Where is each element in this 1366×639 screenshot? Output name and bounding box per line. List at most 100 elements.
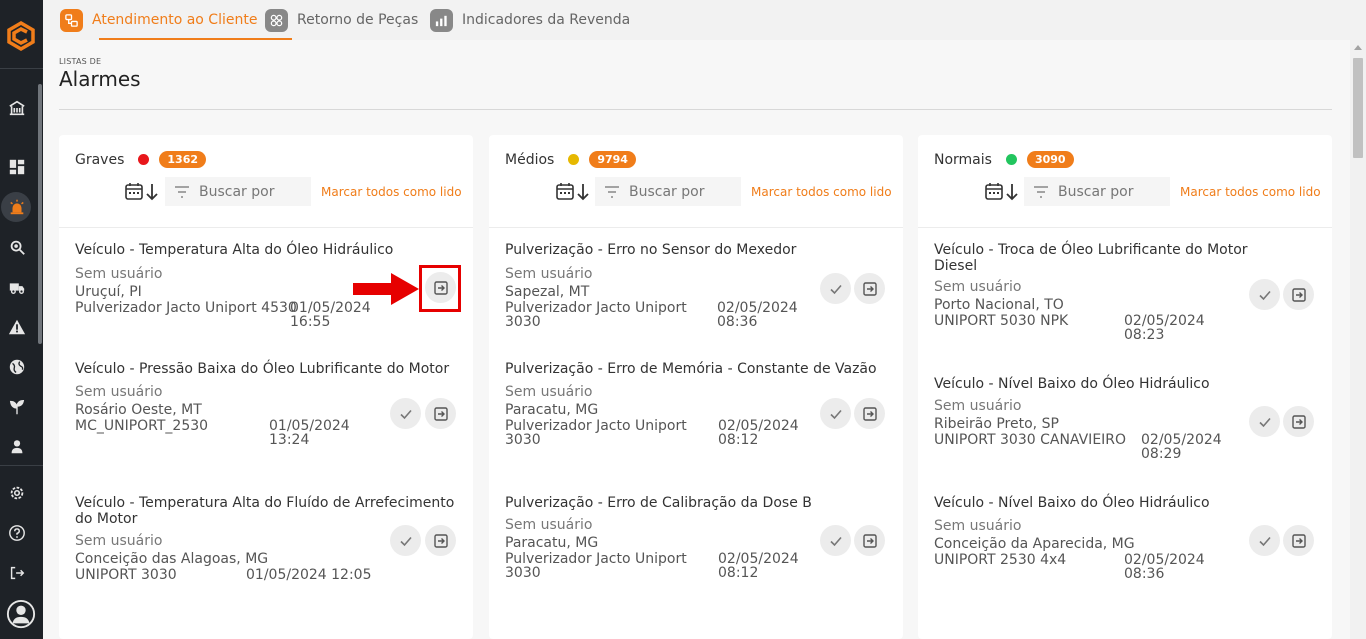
building-icon — [9, 100, 25, 116]
filter-icon — [1034, 185, 1048, 198]
alarm-title: Veículo - Troca de Óleo Lubrificante do … — [934, 242, 1248, 274]
open-alarm-button[interactable] — [1283, 406, 1314, 437]
tab-retorno-pecas[interactable]: Retorno de Peças — [265, 8, 418, 32]
sidebar-item-dashboard[interactable] — [7, 157, 27, 177]
search-input[interactable] — [1058, 183, 1168, 200]
open-alarm-button[interactable] — [1283, 279, 1314, 310]
sidebar-item-settings-search[interactable] — [7, 237, 27, 257]
alarm-time: 13:24 — [269, 432, 310, 448]
alarm-model: Pulverizador Jacto Uniport — [505, 418, 687, 434]
open-detail-icon — [862, 406, 877, 421]
check-icon — [399, 536, 412, 546]
open-alarm-button[interactable] — [425, 525, 456, 556]
support-icon — [60, 8, 83, 32]
mark-all-read-link[interactable]: Marcar todos como lido — [1180, 185, 1321, 199]
alarm-date: 01/05/2024 — [269, 418, 350, 434]
open-detail-icon — [1291, 533, 1306, 548]
warning-icon — [8, 319, 26, 335]
sidebar-item-logout[interactable] — [7, 563, 27, 583]
list-item[interactable]: Veículo - Troca de Óleo Lubrificante do … — [934, 242, 1264, 342]
sidebar-item-alarms[interactable] — [7, 197, 27, 217]
sort-date-icon[interactable] — [556, 182, 592, 202]
alarm-date: 02/05/2024 — [717, 300, 798, 316]
count-badge: 1362 — [159, 151, 207, 168]
tab-atendimento[interactable]: Atendimento ao Cliente — [60, 8, 257, 32]
annotation-highlight-box — [419, 265, 461, 312]
alarm-date: 02/05/2024 — [718, 418, 799, 434]
alarm-meta: UNIPORT 2530 4x4 02/05/2024 08:36 — [934, 553, 1316, 581]
alarm-time: 16:55 — [290, 314, 331, 330]
acknowledge-button[interactable] — [820, 398, 851, 429]
search-field[interactable] — [1024, 177, 1170, 206]
page-divider — [59, 109, 1332, 110]
alarm-model: UNIPORT 2530 4x4 — [934, 552, 1067, 568]
open-detail-icon — [433, 406, 448, 421]
open-alarm-button[interactable] — [1283, 525, 1314, 556]
sidebar-item-map[interactable] — [7, 357, 27, 377]
sidebar-item-vehicles[interactable] — [7, 277, 27, 297]
search-input[interactable] — [629, 183, 739, 200]
alarm-title: Veículo - Temperatura Alta do Óleo Hidrá… — [75, 242, 394, 258]
search-field[interactable] — [165, 177, 311, 206]
sidebar-item-profile[interactable] — [5, 598, 37, 630]
tab-label: Retorno de Peças — [297, 12, 419, 28]
column-divider — [59, 227, 473, 228]
filter-icon — [175, 185, 189, 198]
help-icon — [9, 525, 25, 541]
sidebar-item-agriculture[interactable] — [7, 397, 27, 417]
column-divider — [918, 227, 1332, 228]
sort-date-icon[interactable] — [125, 182, 161, 202]
alarm-title: Veículo - Pressão Baixa do Óleo Lubrific… — [75, 361, 450, 377]
scroll-up-arrow-icon[interactable] — [1354, 45, 1362, 50]
company-logo-icon — [7, 20, 35, 52]
scroll-thumb[interactable] — [1353, 58, 1363, 158]
severity-dot — [1005, 154, 1017, 165]
open-detail-icon — [862, 533, 877, 548]
acknowledge-button[interactable] — [1249, 406, 1280, 437]
alarm-date: 01/05/2024 12:05 — [246, 567, 372, 583]
column-medios: Médios 9794 Marcar todos como lido Pulve… — [489, 135, 903, 639]
open-alarm-button[interactable] — [854, 525, 885, 556]
acknowledge-button[interactable] — [820, 273, 851, 304]
dashboard-icon — [9, 159, 25, 175]
alarm-title: Veículo - Nível Baixo do Óleo Hidráulico — [934, 495, 1210, 511]
page-eyebrow: LISTAS DE — [59, 57, 102, 66]
open-alarm-button[interactable] — [425, 398, 456, 429]
open-detail-icon — [862, 281, 877, 296]
open-alarm-button[interactable] — [854, 273, 885, 304]
open-alarm-button[interactable] — [854, 398, 885, 429]
mark-all-read-link[interactable]: Marcar todos como lido — [321, 185, 462, 199]
alarm-model: UNIPORT 5030 NPK — [934, 313, 1069, 329]
sidebar-item-help[interactable] — [7, 523, 27, 543]
sidebar-item-dealership[interactable] — [7, 98, 27, 118]
acknowledge-button[interactable] — [1249, 279, 1280, 310]
alarm-title: Veículo - Nível Baixo do Óleo Hidráulico — [934, 376, 1210, 392]
top-tabs: Atendimento ao Cliente Retorno de Peças … — [43, 0, 1366, 40]
sidebar-item-settings[interactable] — [7, 483, 27, 503]
check-icon — [1258, 417, 1271, 427]
acknowledge-button[interactable] — [820, 525, 851, 556]
column-normais: Normais 3090 Marcar todos como lido Veíc… — [918, 135, 1332, 639]
tab-indicadores[interactable]: Indicadores da Revenda — [430, 8, 630, 32]
search-input[interactable] — [199, 183, 309, 200]
logout-icon — [10, 566, 25, 580]
page-scrollbar[interactable] — [1350, 40, 1366, 639]
severity-dot — [568, 154, 580, 165]
mark-all-read-link[interactable]: Marcar todos como lido — [751, 185, 892, 199]
column-title: Graves — [75, 151, 125, 168]
alarm-time: 08:36 — [717, 314, 758, 330]
open-detail-icon — [433, 533, 448, 548]
sidebar-item-warnings[interactable] — [7, 317, 27, 337]
acknowledge-button[interactable] — [390, 525, 421, 556]
sort-date-icon[interactable] — [985, 182, 1021, 202]
page-title: Alarmes — [59, 67, 141, 91]
check-icon — [829, 284, 842, 294]
sidebar-item-operators[interactable] — [7, 437, 27, 457]
severity-dot — [138, 154, 150, 165]
sidebar-scrollbar[interactable] — [38, 84, 42, 344]
search-field[interactable] — [595, 177, 741, 206]
acknowledge-button[interactable] — [390, 398, 421, 429]
alarm-model-line2: 3030 — [505, 314, 541, 330]
acknowledge-button[interactable] — [1249, 525, 1280, 556]
alarm-meta: UNIPORT 3030 01/05/2024 12:05 — [75, 568, 457, 596]
